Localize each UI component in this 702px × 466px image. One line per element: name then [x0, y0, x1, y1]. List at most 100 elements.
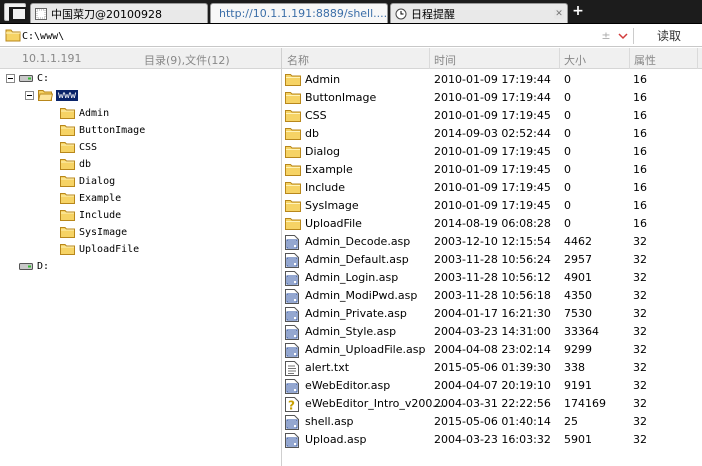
file-row[interactable]: alert.txt 2015-05-06 01:39:30 338 32 — [282, 358, 702, 376]
tab-shell-url[interactable]: http://10.1.1.191:8889/shell.... — [210, 3, 388, 23]
tab-chopper[interactable]: 中国菜刀@20100928 — [30, 3, 208, 23]
directory-tree: C: www Admin ButtonImage CSS db Dialog E… — [0, 70, 281, 466]
column-size[interactable]: 大小 — [564, 52, 586, 68]
tree-label: Example — [79, 192, 122, 204]
file-row[interactable]: eWebEditor.asp 2004-04-07 20:19:10 9191 32 — [282, 376, 702, 394]
file-size: 0 — [564, 217, 571, 230]
file-row[interactable]: ButtonImage 2010-01-09 17:19:44 0 16 — [282, 88, 702, 106]
path-input[interactable] — [22, 28, 634, 44]
close-icon[interactable]: ✕ — [554, 9, 564, 19]
file-time: 2003-11-28 10:56:18 — [434, 289, 551, 302]
file-attr: 16 — [633, 145, 647, 158]
file-attr: 16 — [633, 73, 647, 86]
file-row[interactable]: SysImage 2010-01-09 17:19:45 0 16 — [282, 196, 702, 214]
file-size: 0 — [564, 109, 571, 122]
asp-file-icon — [285, 433, 299, 451]
file-time: 2003-11-28 10:56:12 — [434, 271, 551, 284]
tree-item-folder[interactable]: SysImage — [60, 224, 127, 240]
file-row[interactable]: Admin_Style.asp 2004-03-23 14:31:00 33364 3… — [282, 322, 702, 340]
column-time[interactable]: 时间 — [434, 52, 456, 68]
file-size: 0 — [564, 91, 571, 104]
file-attr: 16 — [633, 91, 647, 104]
tree-item-folder[interactable]: ButtonImage — [60, 122, 145, 138]
tree-label: ButtonImage — [79, 124, 146, 136]
file-row[interactable]: Admin_Default.asp 2003-11-28 10:56:24 2957… — [282, 250, 702, 268]
tab-title: 日程提醒 — [411, 7, 455, 21]
file-row[interactable]: Admin_UploadFile.asp 2004-04-08 23:02:14 9… — [282, 340, 702, 358]
file-name: Admin_Default.asp — [305, 253, 409, 266]
file-row[interactable]: Include 2010-01-09 17:19:45 0 16 — [282, 178, 702, 196]
read-button[interactable]: 读取 — [639, 27, 699, 45]
file-time: 2010-01-09 17:19:45 — [434, 181, 551, 194]
tree-label: C: — [37, 72, 50, 84]
file-time: 2014-08-19 06:08:28 — [434, 217, 551, 230]
file-size: 0 — [564, 181, 571, 194]
tree-item-folder[interactable]: UploadFile — [60, 241, 139, 257]
file-time: 2014-09-03 02:52:44 — [434, 127, 551, 140]
file-attr: 32 — [633, 289, 647, 302]
file-time: 2004-04-07 20:19:10 — [434, 379, 551, 392]
tree-item-www[interactable]: www — [25, 87, 79, 103]
file-name: Admin — [305, 73, 341, 86]
tab-bar: 中国菜刀@20100928 http://10.1.1.191:8889/she… — [0, 0, 702, 24]
file-attr: 16 — [633, 199, 647, 212]
collapse-icon[interactable] — [25, 90, 34, 100]
file-size: 0 — [564, 127, 571, 140]
tree-item-folder[interactable]: Admin — [60, 105, 109, 121]
file-row[interactable]: Admin_Login.asp 2003-11-28 10:56:12 4901 32 — [282, 268, 702, 286]
file-attr: 32 — [633, 235, 647, 248]
file-row[interactable]: CSS 2010-01-09 17:19:45 0 16 — [282, 106, 702, 124]
file-attr: 32 — [633, 307, 647, 320]
new-tab-button[interactable]: + — [570, 3, 586, 21]
file-attr: 32 — [633, 271, 647, 284]
page-icon — [35, 7, 47, 20]
file-row[interactable]: Admin_Decode.asp 2003-12-10 12:15:54 4462 3… — [282, 232, 702, 250]
file-row[interactable]: Example 2010-01-09 17:19:45 0 16 — [282, 160, 702, 178]
file-time: 2010-01-09 17:19:44 — [434, 73, 551, 86]
tree-item-folder[interactable]: Example — [60, 190, 121, 206]
file-row[interactable]: UploadFile 2014-08-19 06:08:28 0 16 — [282, 214, 702, 232]
file-row[interactable]: Dialog 2010-01-09 17:19:45 0 16 — [282, 142, 702, 160]
column-header: 10.1.1.191 目录(9),文件(12) 名称 时间 大小 属性 — [0, 48, 702, 69]
tree-item-drive-c[interactable]: C: — [6, 70, 49, 86]
file-row[interactable]: Admin 2010-01-09 17:19:44 0 16 — [282, 70, 702, 88]
tree-item-folder[interactable]: CSS — [60, 139, 97, 155]
tree-item-folder[interactable]: Include — [60, 207, 121, 223]
file-name: Admin_Login.asp — [305, 271, 399, 284]
column-name[interactable]: 名称 — [287, 52, 309, 68]
tree-item-folder[interactable]: db — [60, 156, 91, 172]
tree-label: D: — [37, 260, 50, 272]
file-row[interactable]: Admin_Private.asp 2004-01-17 16:21:30 7530… — [282, 304, 702, 322]
divider — [629, 48, 630, 69]
file-name: UploadFile — [305, 217, 362, 230]
file-size: 0 — [564, 145, 571, 158]
file-name: Admin_Style.asp — [305, 325, 397, 338]
address-stepper[interactable]: ± — [601, 29, 611, 43]
tree-item-folder[interactable]: Dialog — [60, 173, 115, 189]
file-size: 0 — [564, 73, 571, 86]
file-row[interactable]: Upload.asp 2004-03-23 16:03:32 5901 32 — [282, 430, 702, 448]
tab-schedule[interactable]: 日程提醒 ✕ — [390, 3, 568, 23]
file-name: SysImage — [305, 199, 359, 212]
folder-icon — [60, 108, 75, 119]
file-attr: 32 — [633, 325, 647, 338]
file-name: Example — [305, 163, 353, 176]
chevron-down-icon[interactable] — [617, 30, 629, 42]
file-row[interactable]: ? eWebEditor_Intro_v200.... 2004-03-31 22:… — [282, 394, 702, 413]
file-row[interactable]: Admin_ModiPwd.asp 2003-11-28 10:56:18 4350… — [282, 286, 702, 304]
drive-icon — [19, 263, 33, 270]
collapse-icon[interactable] — [6, 73, 15, 83]
file-time: 2010-01-09 17:19:45 — [434, 109, 551, 122]
folder-icon — [285, 199, 301, 215]
host-label: 10.1.1.191 — [22, 52, 82, 65]
window-menu-icon[interactable] — [4, 3, 27, 21]
divider — [429, 48, 430, 69]
divider — [697, 48, 698, 69]
column-attr[interactable]: 属性 — [634, 52, 656, 68]
file-row[interactable]: shell.asp 2015-05-06 01:40:14 25 32 — [282, 412, 702, 430]
tree-label: db — [79, 158, 92, 170]
file-row[interactable]: db 2014-09-03 02:52:44 0 16 — [282, 124, 702, 142]
tree-item-drive-d[interactable]: D: — [19, 258, 49, 274]
tree-label: Admin — [79, 107, 110, 119]
file-size: 174169 — [564, 397, 606, 410]
